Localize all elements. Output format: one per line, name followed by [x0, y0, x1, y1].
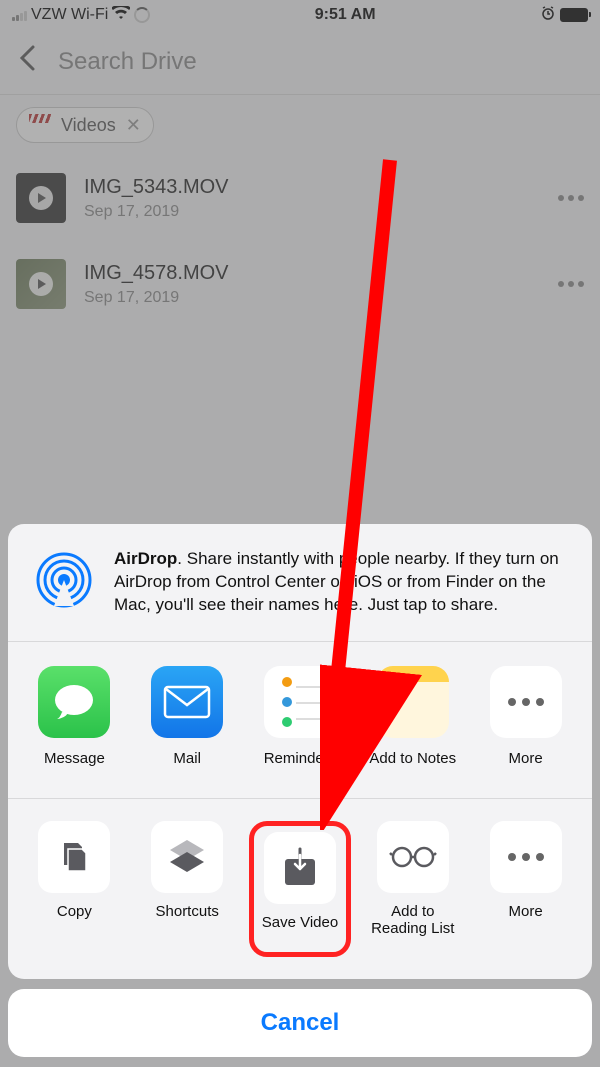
action-shortcuts[interactable]: Shortcuts [136, 821, 238, 957]
save-video-icon [264, 832, 336, 904]
share-apps-row: Message Mail Reminders Add to Notes More [8, 642, 592, 798]
share-sheet: AirDrop. Share instantly with people nea… [8, 524, 592, 1057]
action-more[interactable]: More [475, 821, 577, 957]
more-icon [490, 666, 562, 738]
reading-list-icon [377, 821, 449, 893]
reminders-icon [264, 666, 336, 738]
airdrop-section[interactable]: AirDrop. Share instantly with people nea… [8, 524, 592, 641]
message-icon [38, 666, 110, 738]
share-app-more[interactable]: More [475, 666, 577, 782]
airdrop-icon [32, 548, 96, 617]
notes-icon [377, 666, 449, 738]
action-copy[interactable]: Copy [23, 821, 125, 957]
cancel-button[interactable]: Cancel [8, 989, 592, 1057]
share-app-message[interactable]: Message [23, 666, 125, 782]
copy-icon [38, 821, 110, 893]
shortcuts-icon [151, 821, 223, 893]
airdrop-description: AirDrop. Share instantly with people nea… [114, 548, 568, 617]
share-app-reminders[interactable]: Reminders [249, 666, 351, 782]
share-app-mail[interactable]: Mail [136, 666, 238, 782]
action-save-video[interactable]: Save Video [249, 821, 351, 957]
actions-row: Copy Shortcuts Save Video Add to Reading… [8, 799, 592, 979]
mail-icon [151, 666, 223, 738]
action-reading-list[interactable]: Add to Reading List [362, 821, 464, 957]
more-icon [490, 821, 562, 893]
share-app-notes[interactable]: Add to Notes [362, 666, 464, 782]
